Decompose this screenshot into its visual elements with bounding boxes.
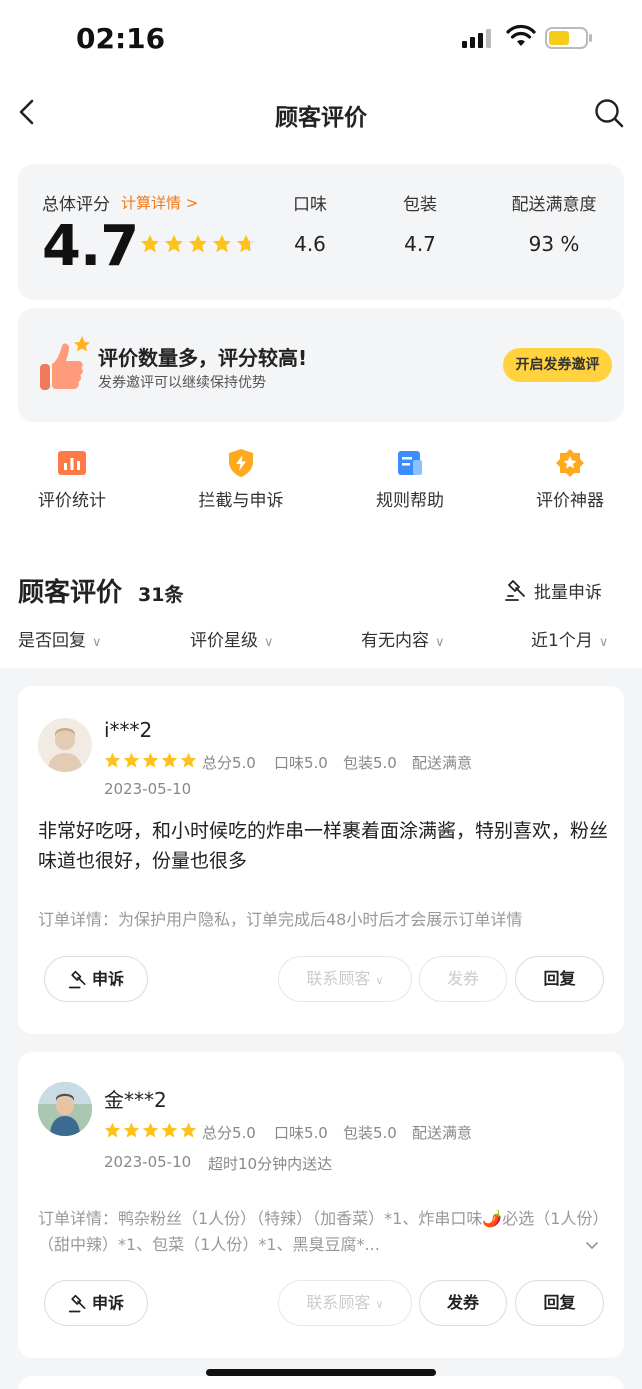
overall-star-rating (140, 234, 256, 253)
filter-has-content[interactable]: 有无内容 ∨ (361, 626, 445, 651)
reply-button[interactable]: 回复 (515, 956, 604, 1002)
filter-reply-status[interactable]: 是否回复 ∨ (18, 626, 102, 651)
review-comment: 非常好吃呀，和小时候吃的炸串一样裹着面涂满酱，特别喜欢，粉丝味道也很好，份量也很… (38, 820, 609, 872)
delivery-label: 配送满意度 (511, 195, 597, 215)
filter-label: 近1个月 (531, 631, 593, 651)
signal-icon (462, 29, 491, 48)
package-score: 4.7 (404, 232, 436, 256)
filter-time-range[interactable]: 近1个月 ∨ (531, 626, 608, 651)
review-delivery: 配送满意 (412, 754, 473, 772)
bar-chart-icon (58, 451, 86, 475)
delivery-score: 93 % (528, 232, 580, 256)
contact-customer-button[interactable]: 联系顾客 ∨ (278, 1280, 412, 1326)
tool-label: 规则帮助 (376, 491, 444, 511)
filter-label: 有无内容 (361, 631, 429, 651)
reviews-count: 31条 (138, 584, 184, 606)
battery-icon (545, 27, 592, 49)
status-bar: 02:16 (0, 0, 642, 80)
review-taste-score: 口味5.0 (274, 1124, 328, 1142)
order-detail: 订单详情：鸭杂粉丝（1人份）（特辣）（加香菜）*1、炸串口味🌶️必选（1人份）（… (38, 1209, 601, 1254)
chevron-down-icon: ∨ (264, 635, 274, 650)
delivery-time-note: 超时10分钟内送达 (208, 1155, 333, 1173)
document-icon (398, 451, 422, 475)
overall-score-value: 4.7 (42, 214, 139, 279)
contact-label: 联系顾客 (306, 969, 371, 988)
tool-review-stats[interactable]: 评价统计 (2, 448, 142, 511)
review-star-rating (104, 752, 197, 768)
chevron-down-icon[interactable] (584, 1238, 600, 1254)
wifi-icon (506, 24, 536, 46)
reviews-section-title: 顾客评价 (18, 578, 123, 608)
batch-appeal-label: 批量申诉 (534, 583, 602, 603)
appeal-label: 申诉 (91, 1293, 124, 1313)
tool-review-helper[interactable]: 评价神器 (500, 448, 640, 511)
tool-rules-help[interactable]: 规则帮助 (340, 448, 480, 511)
gavel-icon (505, 579, 525, 601)
review-date: 2023-05-10 (104, 780, 192, 798)
review-total-score: 总分5.0 (202, 754, 256, 772)
appeal-button[interactable]: 申诉 (44, 1280, 148, 1326)
contact-label: 联系顾客 (306, 1293, 371, 1312)
tool-label: 评价统计 (38, 491, 106, 511)
default-avatar-icon (48, 728, 82, 772)
review-package-score: 包装5.0 (343, 1124, 397, 1142)
contact-customer-button[interactable]: 联系顾客 ∨ (278, 956, 412, 1002)
taste-label: 口味 (293, 195, 327, 215)
score-summary-card: 总体评分 计算详情 > 4.7 口味 4.6 包装 4.7 配送满意度 93 % (18, 164, 624, 300)
reply-button[interactable]: 回复 (515, 1280, 604, 1326)
nav-bar: 顾客评价 (0, 88, 642, 140)
filter-bar: 是否回复 ∨ 评价星级 ∨ 有无内容 ∨ 近1个月 ∨ (0, 626, 642, 654)
chevron-down-icon: ∨ (598, 635, 609, 650)
calc-detail-link[interactable]: 计算详情 > (121, 192, 198, 213)
avatar (38, 1082, 92, 1136)
batch-appeal-button[interactable]: 批量申诉 (504, 578, 602, 604)
promo-title: 评价数量多，评分较高! (98, 346, 308, 370)
gavel-icon (68, 970, 86, 988)
review-card-partial (18, 1376, 624, 1389)
tool-label: 拦截与申诉 (198, 491, 284, 511)
home-indicator[interactable] (206, 1369, 436, 1376)
user-photo-avatar (38, 1082, 92, 1136)
review-card: i***2 总分5.0 口味5.0 包装5.0 配送满意 2023-05-10 … (18, 686, 624, 1034)
top-panel: 02:16 顾客评价 总体评分 计算详情 > 4.7 口味 4.6 包装 4.7… (0, 0, 642, 668)
chevron-down-icon: ∨ (92, 635, 102, 650)
page-title: 顾客评价 (275, 105, 367, 131)
shield-bolt-icon (229, 449, 253, 477)
thumbs-up-icon (40, 336, 90, 390)
promo-banner: 评价数量多，评分较高! 发券邀评可以继续保持优势 开启发券邀评 (18, 308, 624, 422)
review-card: 金***2 总分5.0 口味5.0 包装5.0 配送满意 2023-05-10 … (18, 1052, 624, 1358)
review-delivery: 配送满意 (412, 1124, 473, 1142)
appeal-button[interactable]: 申诉 (44, 956, 148, 1002)
tool-shortcuts: 评价统计 拦截与申诉 规则帮助 评价神器 (0, 448, 642, 518)
enable-coupon-invite-button[interactable]: 开启发券邀评 (503, 348, 612, 382)
status-time: 02:16 (76, 22, 166, 55)
tool-label: 评价神器 (536, 491, 604, 511)
review-date: 2023-05-10 (104, 1153, 192, 1171)
tool-intercept-appeal[interactable]: 拦截与申诉 (171, 448, 311, 511)
review-username: 金***2 (104, 1088, 167, 1112)
gavel-icon (68, 1294, 86, 1312)
review-taste-score: 口味5.0 (274, 754, 328, 772)
star-badge-icon (556, 449, 584, 477)
appeal-label: 申诉 (91, 969, 124, 989)
avatar (38, 718, 92, 772)
coupon-button[interactable]: 发券 (419, 956, 507, 1002)
review-total-score: 总分5.0 (202, 1124, 256, 1142)
chevron-down-icon: ∨ (435, 635, 445, 650)
filter-label: 是否回复 (18, 631, 86, 651)
order-detail: 订单详情：为保护用户隐私，订单完成后48小时后才会展示订单详情 (38, 910, 523, 929)
package-label: 包装 (403, 195, 437, 215)
chevron-down-icon: ∨ (375, 1298, 384, 1311)
promo-subtitle: 发券邀评可以继续保持优势 (98, 375, 266, 391)
filter-star-level[interactable]: 评价星级 ∨ (190, 626, 274, 651)
review-username: i***2 (104, 718, 153, 742)
taste-score: 4.6 (294, 232, 326, 256)
overall-score-label: 总体评分 (42, 195, 110, 215)
chevron-down-icon: ∨ (375, 974, 384, 987)
review-star-rating (104, 1122, 197, 1138)
filter-label: 评价星级 (190, 631, 258, 651)
coupon-button[interactable]: 发券 (419, 1280, 507, 1326)
review-package-score: 包装5.0 (343, 754, 397, 772)
search-icon[interactable] (594, 98, 624, 128)
